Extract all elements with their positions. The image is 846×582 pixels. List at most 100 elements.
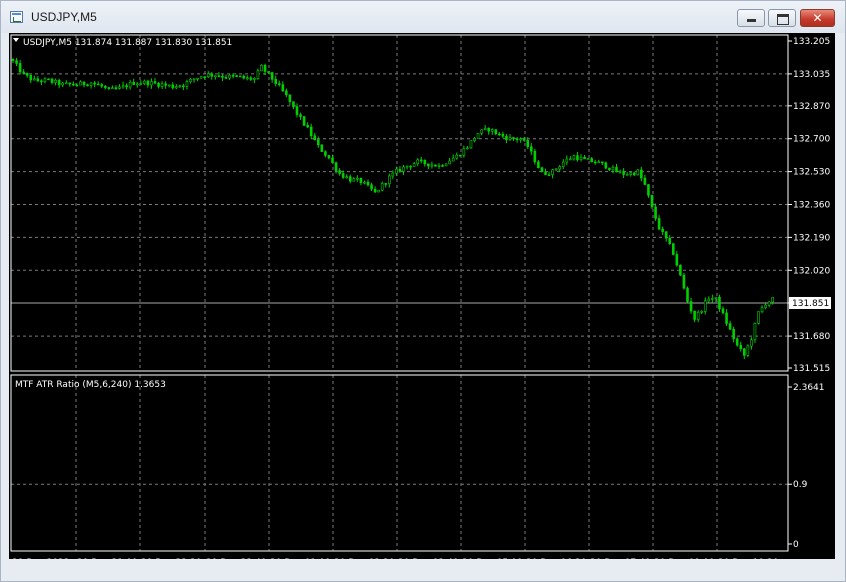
candle-body (632, 172, 636, 176)
price-tick-label: 132.020 (793, 266, 830, 276)
candle-body (565, 158, 569, 163)
candle-body (483, 127, 487, 130)
candle-body (597, 161, 601, 164)
price-axis: 133.205 133.035 132.870 132.700 132.530 132.3… (11, 37, 831, 374)
candle-body (175, 86, 178, 89)
close-icon: ✕ (812, 11, 823, 25)
candle-body (235, 75, 238, 77)
candle-body (331, 157, 334, 163)
candle-body (547, 174, 551, 176)
candle-body (512, 137, 515, 140)
candle-body (47, 78, 50, 81)
candle-body (608, 167, 611, 171)
candle-body (196, 77, 199, 80)
candle-body (526, 140, 530, 148)
chart-area[interactable]: 133.205 133.035 132.870 132.700 132.530 132.3… (9, 33, 835, 559)
minimize-button[interactable] (737, 9, 765, 27)
candle-body (370, 184, 373, 190)
candle-body (682, 274, 686, 289)
candle-body (15, 60, 18, 64)
candle-body (114, 87, 118, 90)
candle-body (22, 71, 25, 74)
candle-body (498, 133, 501, 136)
candle-body (377, 189, 380, 193)
candle-body (469, 140, 473, 149)
candle-body (707, 298, 711, 302)
candle-body (402, 166, 405, 172)
grid (11, 35, 788, 551)
candle-body (164, 83, 167, 86)
candle-body (519, 138, 522, 141)
candle-body (473, 138, 476, 141)
candle-body (725, 312, 728, 324)
candle-body (316, 139, 320, 146)
candle-body (313, 135, 317, 140)
candle-body (451, 157, 455, 162)
maximize-button[interactable] (768, 9, 796, 27)
candle-body (104, 85, 107, 88)
candle-body (434, 164, 437, 167)
candle-body (189, 78, 192, 82)
candle-body (128, 81, 132, 88)
candle-body (167, 84, 171, 87)
candle-body (270, 72, 274, 80)
close-button[interactable]: ✕ (800, 9, 835, 27)
candle-body (757, 311, 760, 324)
chart-canvas[interactable]: 133.205 133.035 132.870 132.700 132.530 132.3… (9, 33, 835, 559)
candle-body (590, 158, 593, 163)
current-price-label: 131.851 (792, 299, 829, 309)
candle-body (771, 296, 775, 303)
candle-body (125, 85, 128, 88)
candle-body (157, 82, 160, 87)
candle-body (700, 311, 704, 313)
candle-body (437, 165, 441, 167)
candle-body (359, 177, 363, 183)
panel-headers: USDJPY,M5 131.874 131.887 131.830 131.85… (13, 38, 232, 390)
price-tick-label: 133.205 (793, 37, 830, 47)
symbol-dropdown-icon[interactable] (13, 38, 19, 42)
indicator-axis: 2.3641 0.9 0 (788, 383, 825, 550)
candle-body (618, 170, 622, 173)
candle-body (86, 84, 89, 87)
candle-body (320, 144, 324, 152)
candle-body (643, 177, 647, 185)
candle-body (515, 138, 519, 141)
candle-body (455, 154, 459, 159)
candle-body (576, 155, 579, 160)
candle-body (391, 172, 395, 177)
candle-body (409, 165, 412, 168)
candle-body (572, 155, 576, 160)
candle-body (395, 168, 398, 174)
price-tick-label: 132.190 (793, 233, 830, 243)
candle-body (487, 127, 491, 132)
candle-body (593, 161, 597, 164)
candle-body (668, 237, 672, 244)
candle-body (61, 82, 65, 86)
candle-body (292, 101, 295, 107)
candle-body (267, 71, 270, 73)
candle-body (217, 75, 221, 78)
candle-body (753, 323, 757, 341)
candle-body (210, 73, 214, 77)
candle-body (537, 161, 540, 169)
window-titlebar[interactable]: USDJPY,M5 ✕ (1, 1, 845, 33)
candle-body (661, 228, 664, 232)
candle-body (718, 296, 721, 310)
candle-body (153, 81, 157, 84)
candle-body (540, 167, 544, 173)
price-tick-label: 132.360 (793, 201, 830, 211)
candle-body (586, 158, 590, 160)
candle-body (118, 86, 121, 89)
candle-body (260, 64, 263, 72)
candle-body (43, 78, 47, 83)
candle-body (522, 138, 526, 141)
candle-body (569, 158, 572, 161)
candle-body (696, 311, 700, 320)
candle-body (214, 75, 217, 78)
candle-body (746, 345, 750, 356)
window-title: USDJPY,M5 (31, 10, 97, 24)
candle-body (224, 77, 228, 79)
candle-body (89, 82, 93, 86)
candle-body (462, 148, 466, 156)
candle-body (192, 78, 196, 81)
